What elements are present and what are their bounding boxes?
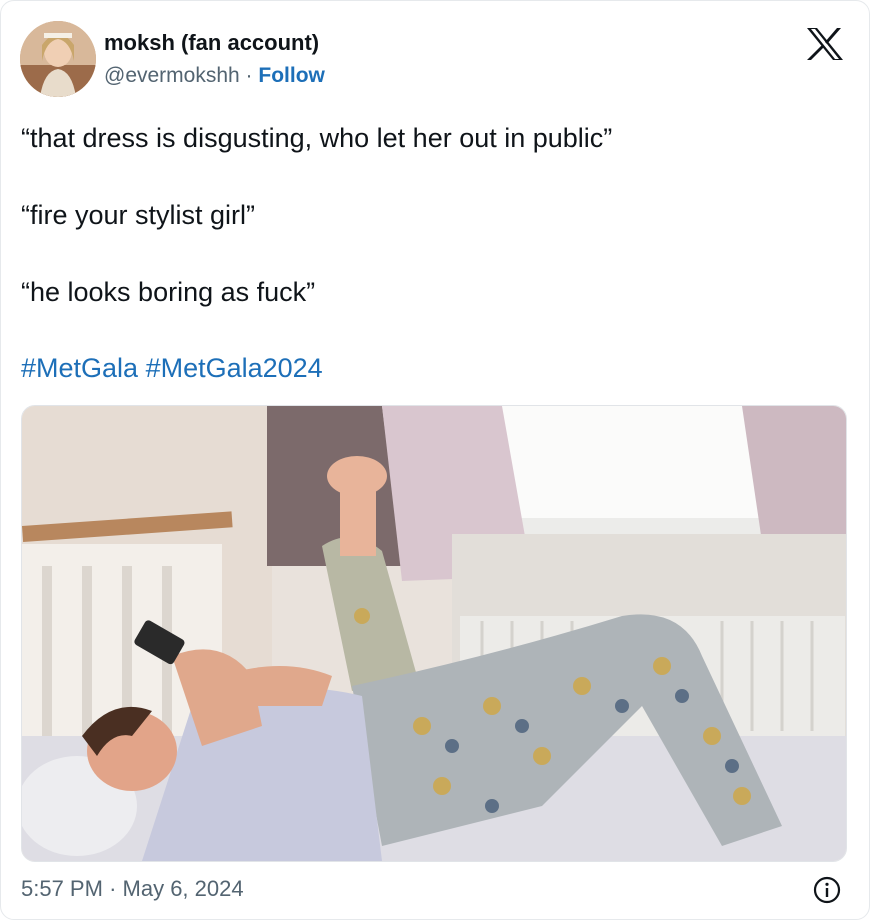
author-display-name[interactable]: moksh (fan account): [104, 30, 319, 56]
follow-button[interactable]: Follow: [258, 64, 325, 87]
author-handle-row: @evermokshh · Follow: [104, 64, 325, 88]
media-illustration: [22, 406, 846, 861]
tweet-text-line-2: “fire your stylist girl”: [21, 200, 256, 230]
tweet-card: moksh (fan account) @evermokshh · Follow…: [0, 0, 870, 920]
avatar-image: [20, 21, 96, 97]
hashtag-metgala[interactable]: #MetGala: [21, 353, 138, 383]
tweet-media-image[interactable]: [21, 405, 847, 862]
hashtags-row: #MetGala #MetGala2024: [21, 352, 323, 384]
tweet-text-line-1: “that dress is disgusting, who let her o…: [21, 123, 613, 153]
handle-separator: ·: [245, 64, 253, 87]
info-icon[interactable]: [813, 876, 841, 904]
hashtag-metgala2024[interactable]: #MetGala2024: [146, 353, 323, 383]
tweet-time: 5:57 PM: [21, 876, 103, 901]
timestamp[interactable]: 5:57 PM · May 6, 2024: [21, 876, 244, 902]
x-logo-icon[interactable]: [806, 27, 844, 61]
tweet-date: May 6, 2024: [122, 876, 244, 901]
timestamp-separator: ·: [109, 876, 117, 901]
author-handle[interactable]: @evermokshh: [104, 64, 240, 87]
avatar[interactable]: [20, 21, 96, 97]
tweet-text-line-3: “he looks boring as fuck”: [21, 277, 316, 307]
